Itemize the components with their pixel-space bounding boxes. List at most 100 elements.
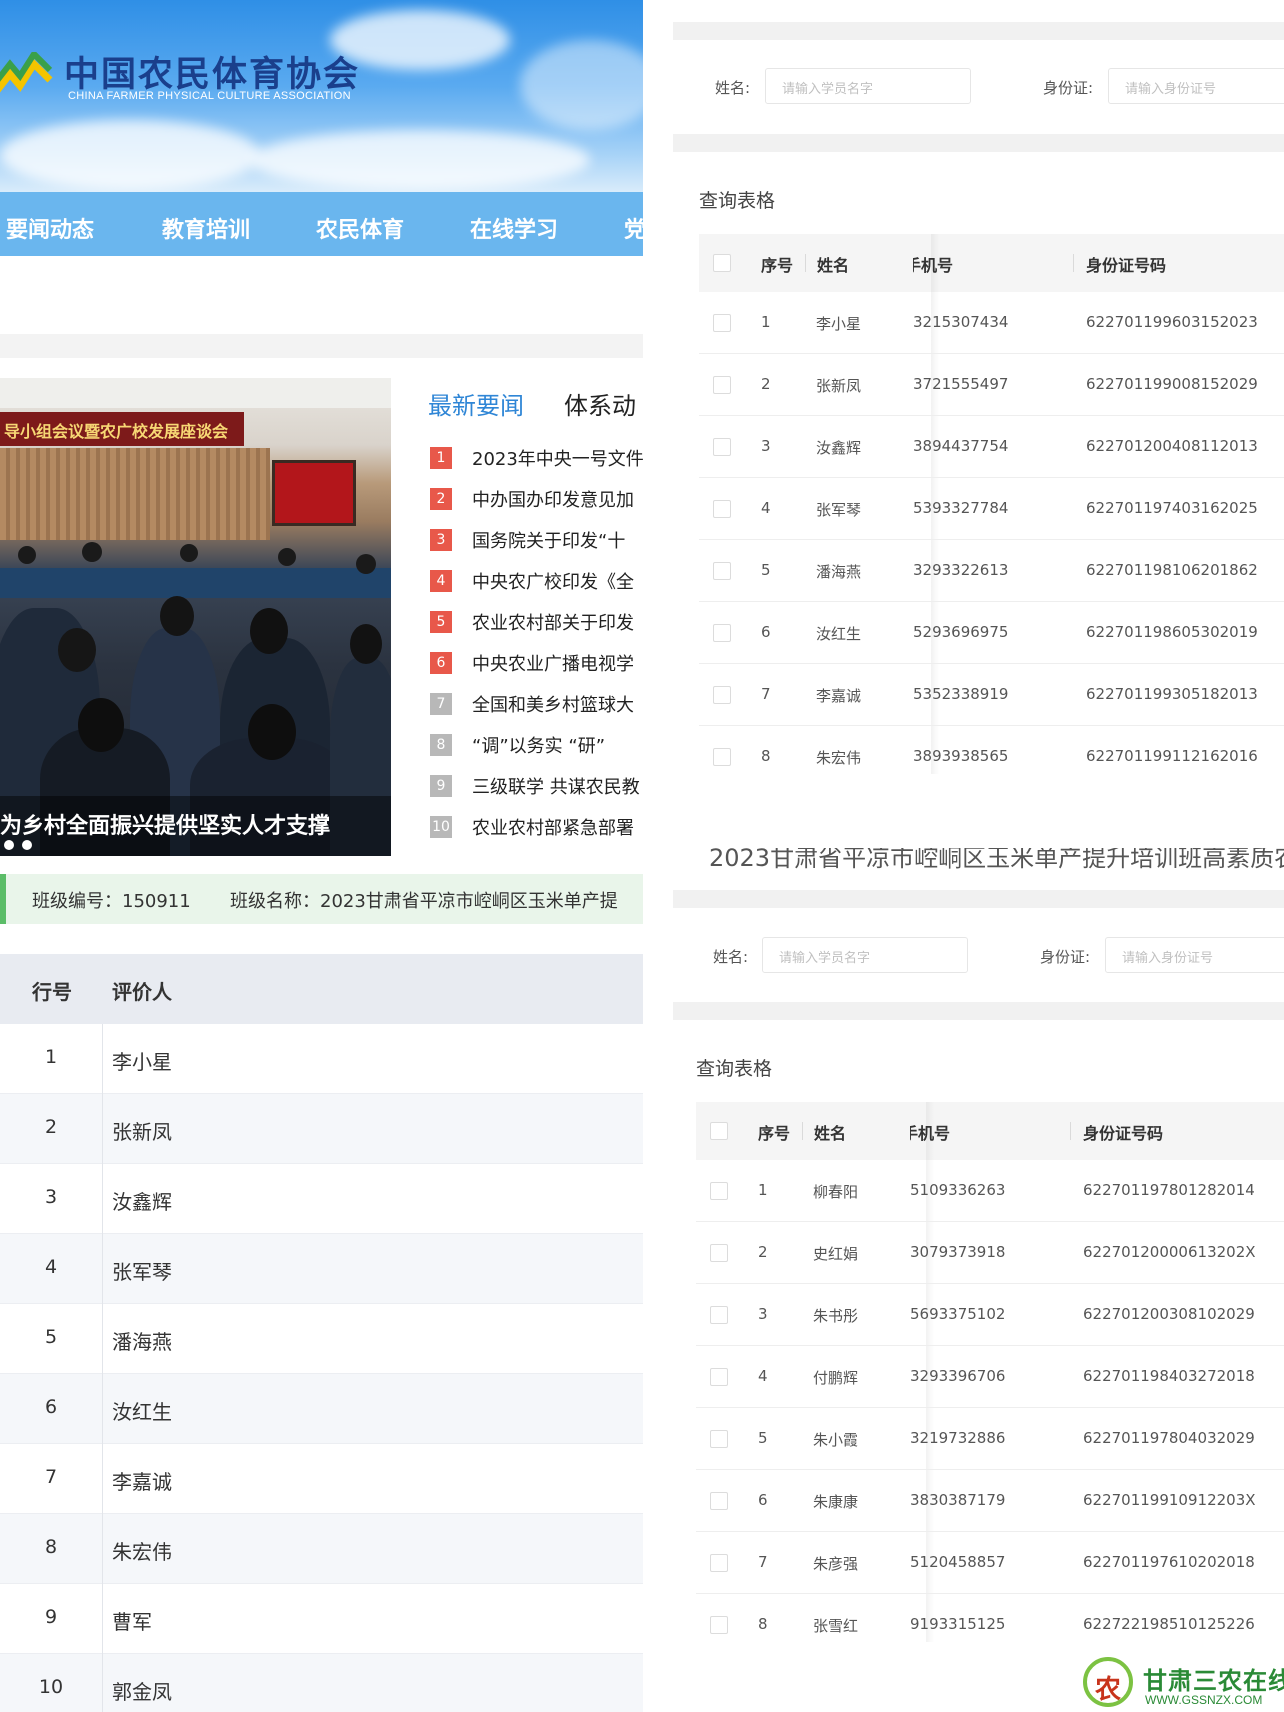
class-heading-cut: 2023甘肃省平凉市崆峒区玉米单产提升培训班高素质农民	[709, 848, 1284, 870]
row-checkbox[interactable]	[710, 1368, 728, 1386]
row-checkbox[interactable]	[710, 1430, 728, 1448]
nav-item-sports[interactable]: 农民体育	[316, 212, 404, 244]
news-title[interactable]: 中办国办印发意见加	[472, 486, 634, 512]
query-table-title: 查询表格	[696, 1058, 773, 1080]
table-row[interactable]: 2 张新凤 3721555497 622701199008152029	[699, 354, 1284, 416]
news-title[interactable]: 农业农村部关于印发	[472, 609, 634, 635]
select-all-checkbox[interactable]	[710, 1122, 728, 1140]
table-row[interactable]: 6 朱康康 3830387179 62270119910912203X	[696, 1470, 1284, 1532]
column-header-name: 姓名	[817, 256, 850, 275]
table-row[interactable]: 9 曹军	[0, 1584, 643, 1654]
news-carousel[interactable]: 导小组会议暨农广校发展座谈会 为乡村全面振兴提供坚实人才支撑	[0, 378, 391, 856]
table-row[interactable]: 4 付鹏辉 3293396706 622701198403272018	[696, 1346, 1284, 1408]
tab-latest-news[interactable]: 最新要闻	[428, 386, 524, 421]
news-item[interactable]: 1 2023年中央一号文件	[430, 442, 643, 474]
table-row[interactable]: 5 潘海燕	[0, 1304, 643, 1374]
id-search-input[interactable]: 请输入身份证号	[1105, 937, 1284, 973]
news-item[interactable]: 2 中办国办印发意见加	[430, 483, 634, 515]
row-checkbox[interactable]	[710, 1244, 728, 1262]
table-row[interactable]: 1 李小星 3215307434 622701199603152023	[699, 292, 1284, 354]
news-title[interactable]: 中央农广校印发《全	[472, 568, 634, 594]
news-item[interactable]: 8 “调”以务实 “研”	[430, 729, 605, 761]
main-nav: 要闻动态 教育培训 农民体育 在线学习 党	[0, 192, 643, 256]
row-checkbox[interactable]	[713, 748, 731, 766]
row-checkbox[interactable]	[713, 438, 731, 456]
table-row[interactable]: 2 史红娟 3079373918 62270120000613202X	[696, 1222, 1284, 1284]
news-rank-badge: 7	[430, 693, 452, 715]
name-label: 姓名:	[715, 79, 751, 97]
news-title[interactable]: 全国和美乡村篮球大	[472, 691, 634, 717]
table-row[interactable]: 5 潘海燕 3293322613 622701198106201862	[699, 540, 1284, 602]
row-checkbox[interactable]	[713, 686, 731, 704]
table-row[interactable]: 8 朱宏伟	[0, 1514, 643, 1584]
news-item[interactable]: 7 全国和美乡村篮球大	[430, 688, 634, 720]
news-rank-badge: 4	[430, 570, 452, 592]
news-title[interactable]: 中央农业广播电视学	[472, 650, 634, 676]
select-all-checkbox[interactable]	[713, 254, 731, 272]
table-row[interactable]: 6 汝红生	[0, 1374, 643, 1444]
nav-item-news[interactable]: 要闻动态	[6, 212, 94, 244]
watermark-logo-icon: 农	[1083, 1657, 1133, 1707]
news-title[interactable]: 农业农村部紧急部署	[472, 814, 634, 840]
table-row[interactable]: 5 朱小霞 3219732886 622701197804032029	[696, 1408, 1284, 1470]
news-title[interactable]: 国务院关于印发“十	[472, 527, 625, 553]
id-label: 身份证:	[1043, 79, 1094, 97]
column-header-id: 身份证号码	[1083, 1124, 1164, 1143]
table-row[interactable]: 7 李嘉诚 5352338919 622701199305182013	[699, 664, 1284, 726]
table-row[interactable]: 8 朱宏伟 3893938565 622701199112162016	[699, 726, 1284, 788]
row-checkbox[interactable]	[710, 1306, 728, 1324]
news-rank-badge: 8	[430, 734, 452, 756]
news-item[interactable]: 4 中央农广校印发《全	[430, 565, 634, 597]
news-tabs: 最新要闻 体系动	[428, 386, 636, 421]
nav-item-training[interactable]: 教育培训	[162, 212, 250, 244]
row-checkbox[interactable]	[710, 1182, 728, 1200]
row-checkbox[interactable]	[713, 376, 731, 394]
name-search-input[interactable]: 请输入学员名字	[762, 937, 968, 973]
nav-item-online-learning[interactable]: 在线学习	[470, 212, 558, 244]
nav-item-party[interactable]: 党	[624, 212, 643, 244]
news-item[interactable]: 5 农业农村部关于印发	[430, 606, 634, 638]
carousel-dot[interactable]	[22, 840, 32, 850]
table-row[interactable]: 4 张军琴	[0, 1234, 643, 1304]
news-item[interactable]: 9 三级联学 共谋农民教	[430, 770, 640, 802]
table-row[interactable]: 7 朱彦强 5120458857 622701197610202018	[696, 1532, 1284, 1594]
carousel-dot[interactable]	[4, 840, 14, 850]
news-item[interactable]: 6 中央农业广播电视学	[430, 647, 634, 679]
news-item[interactable]: 3 国务院关于印发“十	[430, 524, 625, 556]
id-search-input[interactable]: 请输入身份证号	[1108, 68, 1284, 104]
news-title[interactable]: 三级联学 共谋农民教	[472, 773, 640, 799]
column-header-name: 姓名	[814, 1124, 847, 1143]
table-row[interactable]: 7 李嘉诚	[0, 1444, 643, 1514]
table-row[interactable]: 1 李小星	[0, 1024, 643, 1094]
row-checkbox[interactable]	[710, 1492, 728, 1510]
row-checkbox[interactable]	[710, 1616, 728, 1634]
table-row[interactable]: 10 郭金凤	[0, 1654, 643, 1712]
meeting-banner: 导小组会议暨农广校发展座谈会	[0, 412, 244, 446]
news-title[interactable]: 2023年中央一号文件	[472, 445, 643, 471]
column-header-row-no: 行号	[32, 980, 72, 1004]
table-row[interactable]: 4 张军琴 5393327784 622701197403162025	[699, 478, 1284, 540]
row-checkbox[interactable]	[710, 1554, 728, 1572]
table-row[interactable]: 3 朱书彤 5693375102 622701200308102029	[696, 1284, 1284, 1346]
name-search-input[interactable]: 请输入学员名字	[765, 68, 971, 104]
carousel-dots	[4, 840, 32, 850]
row-checkbox[interactable]	[713, 314, 731, 332]
news-item[interactable]: 10 农业农村部紧急部署	[430, 811, 634, 843]
news-rank-badge: 1	[430, 447, 452, 469]
table-row[interactable]: 1 柳春阳 5109336263 622701197801282014	[696, 1160, 1284, 1222]
news-rank-badge: 5	[430, 611, 452, 633]
row-checkbox[interactable]	[713, 500, 731, 518]
table-row[interactable]: 2 张新凤	[0, 1094, 643, 1164]
table-row[interactable]: 3 汝鑫辉 3894437754 622701200408112013	[699, 416, 1284, 478]
row-checkbox[interactable]	[713, 562, 731, 580]
tab-system-news[interactable]: 体系动	[564, 386, 636, 421]
column-header-id: 身份证号码	[1086, 256, 1167, 275]
news-title[interactable]: “调”以务实 “研”	[472, 732, 605, 758]
news-rank-badge: 6	[430, 652, 452, 674]
column-divider	[102, 1024, 103, 1712]
table-row[interactable]: 3 汝鑫辉	[0, 1164, 643, 1234]
table-header: 序号 姓名 手机号 身份证号码	[699, 234, 1284, 292]
table-row[interactable]: 6 汝红生 5293696975 622701198605302019	[699, 602, 1284, 664]
row-checkbox[interactable]	[713, 624, 731, 642]
table-row[interactable]: 8 张雪红 9193315125 622722198510125226	[696, 1594, 1284, 1656]
